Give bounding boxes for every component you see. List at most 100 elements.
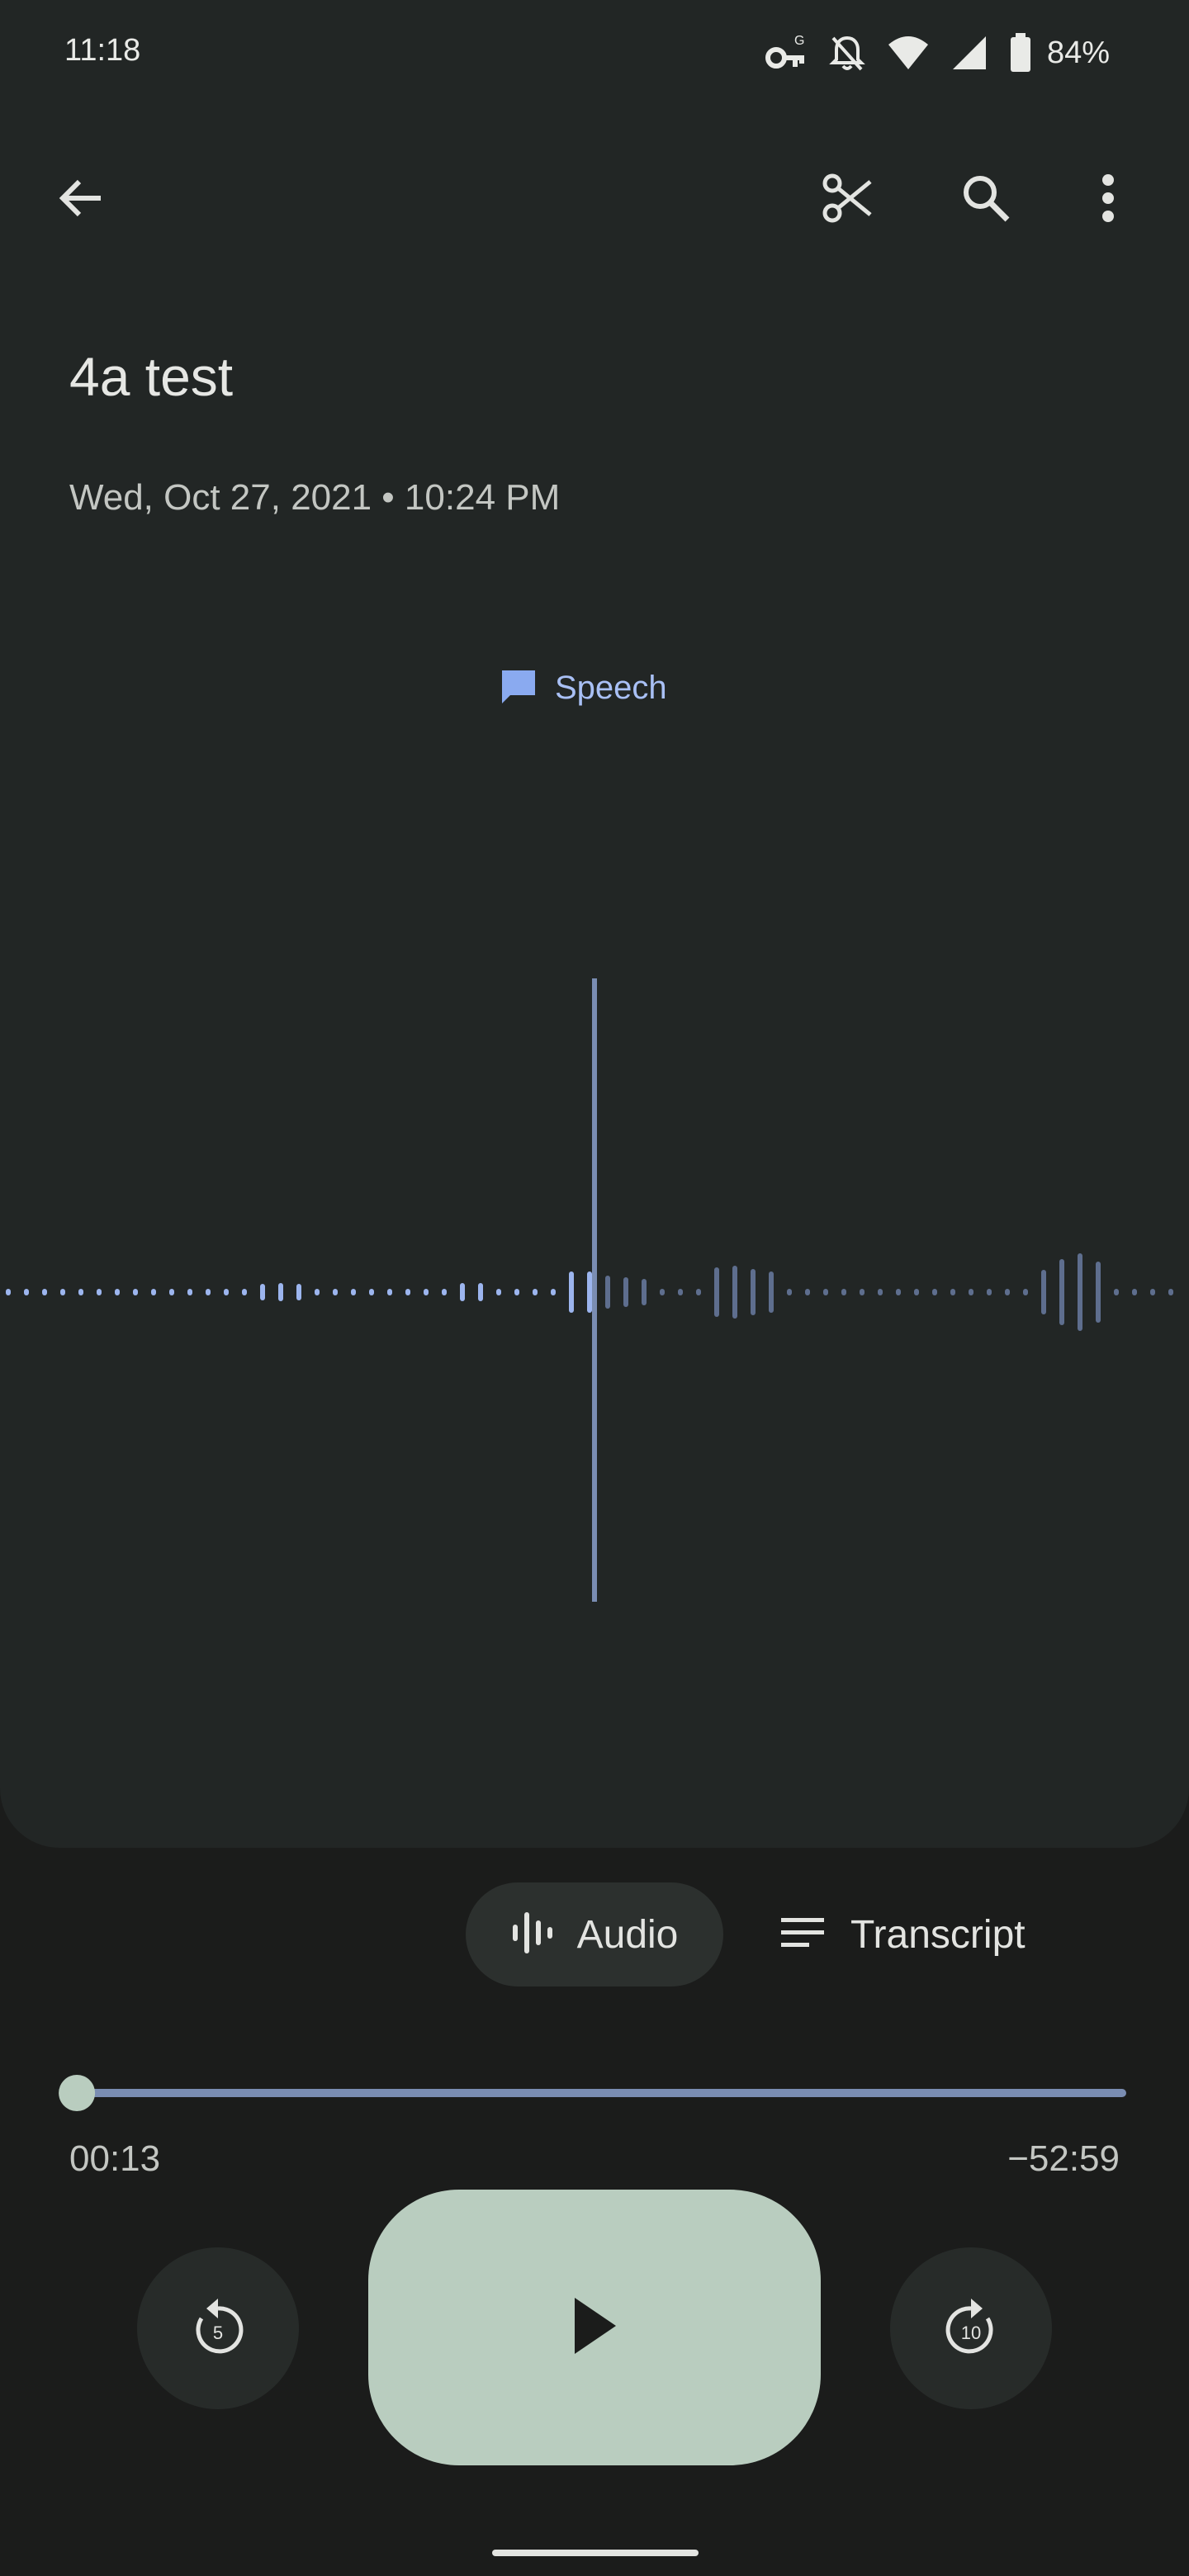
transcript-tab-label: Transcript xyxy=(850,1912,1026,1957)
waveform-bar xyxy=(278,1283,283,1301)
waveform-bar xyxy=(950,1289,955,1295)
waveform-bar xyxy=(1059,1259,1064,1325)
waveform-bar xyxy=(387,1289,392,1295)
waveform-bar xyxy=(969,1289,973,1295)
waveform-bar xyxy=(187,1289,192,1295)
waveform-bar xyxy=(351,1289,356,1295)
waveform-bar xyxy=(1150,1289,1155,1295)
wifi-icon xyxy=(887,35,930,71)
waveform-icon xyxy=(511,1909,556,1961)
play-button[interactable] xyxy=(368,2190,821,2465)
waveform-bar xyxy=(133,1289,138,1295)
waveform-bar xyxy=(151,1289,156,1295)
waveform-bar xyxy=(42,1289,47,1295)
audio-tab[interactable]: Audio xyxy=(466,1882,723,1986)
waveform-bar xyxy=(1078,1253,1082,1331)
svg-text:G: G xyxy=(794,34,804,48)
recording-title: 4a test xyxy=(69,346,234,407)
play-icon xyxy=(570,2296,619,2360)
elapsed-time: 00:13 xyxy=(69,2138,161,2179)
waveform-bar xyxy=(678,1289,683,1295)
more-options-button[interactable] xyxy=(1068,160,1148,239)
recording-datetime: Wed, Oct 27, 2021 • 10:24 PM xyxy=(69,477,561,518)
waveform-bar xyxy=(242,1289,247,1295)
waveform-bar xyxy=(914,1289,919,1295)
waveform-bar xyxy=(569,1271,574,1313)
waveform-bar xyxy=(551,1289,556,1295)
battery-icon xyxy=(1009,33,1032,73)
waveform-bar xyxy=(660,1289,665,1295)
audio-tab-label: Audio xyxy=(576,1912,679,1957)
search-button[interactable] xyxy=(946,160,1026,239)
waveform-bar xyxy=(60,1289,65,1295)
waveform-bar xyxy=(1168,1289,1173,1295)
rewind-5-button[interactable]: 5 xyxy=(137,2247,299,2409)
waveform-bar xyxy=(369,1289,374,1295)
waveform-bar xyxy=(805,1289,810,1295)
waveform-bar xyxy=(932,1289,937,1295)
search-icon xyxy=(959,172,1012,229)
waveform-bar xyxy=(587,1271,592,1313)
scissors-icon xyxy=(821,172,874,229)
waveform-bar xyxy=(787,1289,792,1295)
waveform-bar xyxy=(315,1289,320,1295)
status-icons: G 84% xyxy=(765,30,1110,76)
view-toggle: Audio Transcript xyxy=(0,1882,1189,1988)
replay-5-icon: 5 xyxy=(185,2294,251,2364)
waveform-bar xyxy=(24,1289,29,1295)
transcript-tab[interactable]: Transcript xyxy=(779,1882,1077,1986)
audio-waveform[interactable] xyxy=(0,941,1189,1602)
seekbar-thumb xyxy=(59,2075,96,2111)
waveform-bar xyxy=(206,1289,211,1295)
waveform-bar xyxy=(442,1289,447,1295)
waveform-bar xyxy=(1096,1262,1101,1323)
waveform-bar xyxy=(642,1279,647,1305)
waveform-bar xyxy=(605,1276,610,1309)
speech-chip: Speech xyxy=(499,667,667,709)
forward-10-icon: 10 xyxy=(938,2294,1004,2364)
waveform-bar xyxy=(896,1289,901,1295)
arrow-back-icon xyxy=(56,173,106,227)
speech-bubble-icon xyxy=(499,667,538,709)
waveform-bar xyxy=(260,1284,265,1300)
home-indicator[interactable] xyxy=(492,2550,699,2556)
battery-percent: 84% xyxy=(1046,35,1110,70)
waveform-bar xyxy=(751,1269,756,1315)
waveform-bar xyxy=(424,1289,429,1295)
waveform-bar xyxy=(841,1289,846,1295)
notifications-off-icon xyxy=(829,33,865,73)
waveform-bar xyxy=(823,1289,828,1295)
more-vert-icon xyxy=(1100,173,1116,227)
waveform-bar xyxy=(333,1289,338,1295)
waveform-bar xyxy=(169,1289,174,1295)
waveform-bar xyxy=(860,1289,865,1295)
waveform-bar xyxy=(1114,1289,1119,1295)
waveform-bar xyxy=(1041,1270,1046,1314)
cell-signal-icon xyxy=(951,35,988,71)
waveform-bar xyxy=(405,1289,410,1295)
playback-seekbar[interactable] xyxy=(56,2072,1130,2112)
waveform-bar xyxy=(533,1289,538,1295)
waveform-bar xyxy=(696,1289,701,1295)
rewind-seconds: 5 xyxy=(213,2323,223,2343)
waveform-bar xyxy=(97,1289,102,1295)
vpn-key-icon: G xyxy=(765,33,808,73)
waveform-bar xyxy=(987,1289,992,1295)
waveform-bar xyxy=(496,1289,501,1295)
forward-10-button[interactable]: 10 xyxy=(890,2247,1052,2409)
notes-icon xyxy=(779,1916,826,1953)
back-button[interactable] xyxy=(41,160,121,239)
waveform-bar xyxy=(478,1283,483,1301)
waveform-bar xyxy=(460,1283,465,1301)
waveform-bar xyxy=(296,1284,301,1300)
waveform-bar xyxy=(769,1271,774,1313)
waveform-bar xyxy=(1005,1289,1010,1295)
waveform-bar xyxy=(115,1289,120,1295)
trim-button[interactable] xyxy=(808,160,887,239)
waveform-bar xyxy=(714,1267,719,1317)
waveform-bar xyxy=(1132,1289,1137,1295)
status-bar: 11:18 G 84% xyxy=(0,0,1189,107)
waveform-bar xyxy=(224,1289,229,1295)
waveform-bar xyxy=(6,1289,11,1295)
seekbar-track xyxy=(73,2089,1126,2097)
